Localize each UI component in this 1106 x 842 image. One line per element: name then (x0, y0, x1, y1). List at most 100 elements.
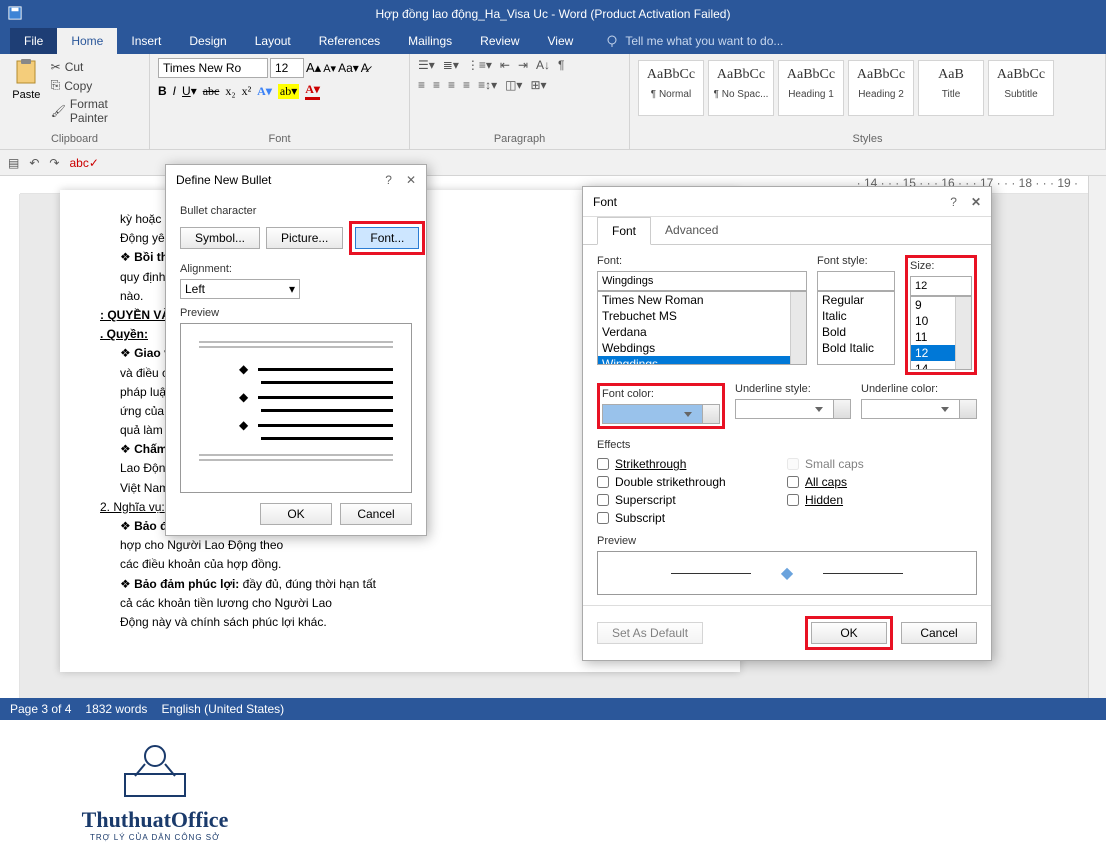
help-icon[interactable]: ? (385, 173, 392, 187)
vertical-scrollbar[interactable] (1088, 176, 1106, 698)
style-item[interactable]: AaBbCc¶ Normal (638, 60, 704, 116)
justify-icon[interactable]: ≡ (463, 78, 470, 92)
strikethrough-check[interactable]: Strikethrough (597, 455, 787, 473)
superscript-check[interactable]: Superscript (597, 491, 787, 509)
style-item[interactable]: AaBbCcSubtitle (988, 60, 1054, 116)
tab-file[interactable]: File (10, 28, 57, 54)
change-case-icon[interactable]: Aa▾ (338, 61, 359, 75)
align-right-icon[interactable]: ≡ (448, 78, 455, 92)
style-list[interactable]: RegularItalicBoldBold Italic (817, 291, 895, 365)
help-icon[interactable]: ? (950, 195, 957, 209)
bold-button[interactable]: B (158, 84, 167, 99)
style-item[interactable]: AaBTitle (918, 60, 984, 116)
scrollbar[interactable] (790, 292, 806, 364)
underline-button[interactable]: U▾ (182, 84, 197, 99)
symbol-button[interactable]: Symbol... (180, 227, 260, 249)
font-button[interactable]: Font... (355, 227, 419, 249)
multilevel-icon[interactable]: ⋮≡▾ (467, 58, 492, 72)
strike-button[interactable]: abc (203, 84, 220, 99)
ribbon: Paste ✂Cut ⎘Copy 🖌Format Painter Clipboa… (0, 54, 1106, 150)
close-icon[interactable]: ✕ (406, 173, 416, 187)
font-name-combo[interactable]: Times New Ro (158, 58, 268, 78)
underline-color-dropdown[interactable] (861, 399, 977, 419)
bullets-icon[interactable]: ☰▾ (418, 58, 435, 72)
vertical-ruler[interactable] (0, 194, 20, 698)
brush-icon: 🖌 (51, 104, 66, 118)
font-dialog: Font ? ✕ Font Advanced Font: Times New R… (582, 186, 992, 661)
watermark-logo: ThuthuatOffice TRỢ LÝ CỦA DÂN CÔNG SỞ (50, 734, 260, 842)
superscript-button[interactable]: x² (242, 84, 252, 99)
font-list[interactable]: Times New RomanTrebuchet MSVerdanaWebdin… (597, 291, 807, 365)
picture-button[interactable]: Picture... (266, 227, 343, 249)
tab-references[interactable]: References (305, 28, 394, 54)
size-list[interactable]: 910111214 (910, 296, 972, 370)
tab-insert[interactable]: Insert (117, 28, 175, 54)
italic-button[interactable]: I (173, 84, 176, 99)
scrollbar[interactable] (955, 297, 971, 369)
style-item[interactable]: AaBbCcHeading 1 (778, 60, 844, 116)
title-bar: Hợp đồng lao động_Ha_Visa Uc - Word (Pro… (0, 0, 1106, 28)
double-strike-check[interactable]: Double strikethrough (597, 473, 787, 491)
spellcheck-icon[interactable]: abc✓ (69, 156, 98, 170)
tab-review[interactable]: Review (466, 28, 533, 54)
decrease-indent-icon[interactable]: ⇤ (500, 58, 510, 72)
tab-design[interactable]: Design (175, 28, 240, 54)
font-color-icon[interactable]: A▾ (305, 82, 320, 100)
tab-view[interactable]: View (534, 28, 588, 54)
grow-font-icon[interactable]: A▴ (306, 60, 321, 76)
word-count[interactable]: 1832 words (85, 702, 147, 716)
align-left-icon[interactable]: ≡ (418, 78, 425, 92)
tell-me[interactable]: Tell me what you want to do... (605, 34, 783, 48)
subscript-check[interactable]: Subscript (597, 509, 787, 527)
paste-button[interactable]: Paste (8, 58, 45, 127)
language[interactable]: English (United States) (161, 702, 284, 716)
align-center-icon[interactable]: ≡ (433, 78, 440, 92)
save-icon[interactable] (8, 6, 22, 20)
font-input[interactable] (597, 271, 807, 291)
window-title: Hợp đồng lao động_Ha_Visa Uc - Word (Pro… (376, 7, 731, 21)
increase-indent-icon[interactable]: ⇥ (518, 58, 528, 72)
nav-pane-icon[interactable]: ▤ (8, 156, 19, 170)
text-effects-icon[interactable]: A▾ (257, 84, 272, 99)
tab-mailings[interactable]: Mailings (394, 28, 466, 54)
copy-icon: ⎘ (51, 78, 61, 93)
font-size-combo[interactable]: 12 (270, 58, 304, 78)
small-caps-check[interactable]: Small caps (787, 455, 977, 473)
alignment-combo[interactable]: Left▾ (180, 279, 300, 299)
all-caps-check[interactable]: All caps (787, 473, 977, 491)
tab-home[interactable]: Home (57, 28, 117, 54)
cut-button[interactable]: ✂Cut (51, 58, 141, 76)
font-color-dropdown[interactable] (602, 404, 720, 424)
ok-button[interactable]: OK (260, 503, 332, 525)
redo-icon[interactable]: ↷ (49, 156, 59, 170)
cancel-button[interactable]: Cancel (340, 503, 412, 525)
style-item[interactable]: AaBbCcHeading 2 (848, 60, 914, 116)
ok-button[interactable]: OK (811, 622, 887, 644)
size-input[interactable] (910, 276, 972, 296)
format-painter-button[interactable]: 🖌Format Painter (51, 95, 141, 127)
clear-format-icon[interactable]: A̷ (361, 61, 369, 75)
line-spacing-icon[interactable]: ≡↕▾ (478, 78, 497, 92)
tab-layout[interactable]: Layout (241, 28, 305, 54)
underline-style-dropdown[interactable] (735, 399, 851, 419)
subscript-button[interactable]: x₂ (225, 84, 235, 99)
undo-icon[interactable]: ↶ (29, 156, 39, 170)
tab-advanced[interactable]: Advanced (651, 217, 732, 244)
borders-icon[interactable]: ⊞▾ (530, 78, 546, 92)
show-marks-icon[interactable]: ¶ (558, 58, 564, 72)
copy-button[interactable]: ⎘Copy (51, 76, 141, 95)
bulb-icon (605, 34, 619, 48)
group-clipboard: Paste ✂Cut ⎘Copy 🖌Format Painter Clipboa… (0, 54, 150, 149)
tab-font[interactable]: Font (597, 217, 651, 245)
highlight-icon[interactable]: ab▾ (278, 84, 299, 99)
shrink-font-icon[interactable]: A▾ (323, 62, 336, 75)
close-icon[interactable]: ✕ (971, 195, 981, 209)
sort-icon[interactable]: A↓ (536, 58, 550, 72)
numbering-icon[interactable]: ≣▾ (443, 58, 459, 72)
hidden-check[interactable]: Hidden (787, 491, 977, 509)
shading-icon[interactable]: ◫▾ (505, 78, 522, 92)
cancel-button[interactable]: Cancel (901, 622, 977, 644)
page-count[interactable]: Page 3 of 4 (10, 702, 71, 716)
style-item[interactable]: AaBbCc¶ No Spac... (708, 60, 774, 116)
style-input[interactable] (817, 271, 895, 291)
